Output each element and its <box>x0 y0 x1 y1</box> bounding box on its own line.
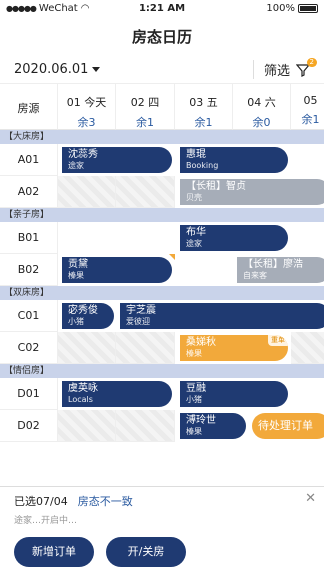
room-column-header: 房源 <box>0 84 58 130</box>
selection-info: 已选07/04 房态不一致 <box>14 495 133 508</box>
status-bar: ●●●●● WeChat ◠ 1:21 AM 100% <box>0 0 324 16</box>
room-label: B01 <box>0 222 58 254</box>
booking-bar[interactable]: 桑娣秋 榛果 重单 <box>180 335 288 361</box>
booking-bar[interactable]: 贡黛 榛果 <box>62 257 172 283</box>
day-header[interactable]: 05 余1 <box>291 84 324 130</box>
booking-bar[interactable]: 布华 途家 <box>180 225 288 251</box>
day-header[interactable]: 01 今天 余3 <box>58 84 116 130</box>
new-order-button[interactable]: 新增订单 <box>14 537 94 567</box>
funnel-icon: 2 <box>295 57 317 77</box>
closed-cell[interactable] <box>58 176 116 208</box>
booking-bar[interactable]: 惠琨 Booking <box>180 147 288 173</box>
booking-bar[interactable]: 宇芝震 爱彼迎 <box>120 303 324 329</box>
room-label: C01 <box>0 300 58 332</box>
group-label: 【大床房】 <box>0 130 324 144</box>
filter-bar: 2020.06.01 筛选 2 <box>0 56 324 84</box>
room-label: A01 <box>0 144 58 176</box>
open-close-room-button[interactable]: 开/关房 <box>106 537 186 567</box>
signal-icon: ●●●●● <box>6 3 37 13</box>
day-header[interactable]: 03 五余1 <box>175 84 233 130</box>
duplicate-tag: 重单 <box>268 335 288 346</box>
group-label: 【亲子房】 <box>0 208 324 222</box>
day-header[interactable]: 04 六余0 <box>233 84 291 130</box>
date-picker[interactable]: 2020.06.01 <box>14 62 101 77</box>
filter-badge: 2 <box>306 57 317 67</box>
booking-bar[interactable]: 虞英咏 Locals <box>62 381 172 407</box>
closed-cell[interactable] <box>116 332 175 364</box>
room-label: D02 <box>0 410 58 442</box>
booking-bar[interactable]: 【长租】廖浩 自来客 <box>237 257 324 283</box>
room-label: A02 <box>0 176 58 208</box>
caret-down-icon <box>92 67 101 72</box>
filter-button[interactable]: 筛选 2 <box>252 57 317 79</box>
carrier: WeChat <box>38 2 78 14</box>
battery-percent: 100% <box>266 2 295 14</box>
calendar-grid: 房源 01 今天 余3 02 四余1 03 五余1 04 六余0 05 余1 【大床… <box>0 84 324 486</box>
page-title: 房态日历 <box>131 27 192 46</box>
battery-icon <box>298 3 318 13</box>
closed-cell[interactable] <box>58 332 116 364</box>
room-label: B02 <box>0 254 58 286</box>
booking-bar[interactable]: 豆融 小猪 <box>180 381 288 407</box>
booking-bar[interactable]: 溥玲世 榛果 <box>180 413 246 439</box>
group-label: 【情侣房】 <box>0 364 324 378</box>
day-header[interactable]: 02 四余1 <box>116 84 175 130</box>
booking-bar[interactable]: 沈蕊秀 途家 <box>62 147 172 173</box>
clock: 1:21 AM <box>138 2 186 14</box>
filter-label: 筛选 <box>263 64 290 79</box>
booking-bar[interactable]: 【长租】智贞 贝壳 <box>180 179 324 205</box>
wifi-icon: ◠ <box>80 2 90 14</box>
group-label: 【双床房】 <box>0 286 324 300</box>
selection-panel: 已选07/04 房态不一致 ✕ 途家…开启中… 新增订单 开/关房 <box>0 486 324 576</box>
pending-orders-button[interactable]: 待处理订单 <box>252 413 324 439</box>
room-label: D01 <box>0 378 58 410</box>
close-icon[interactable]: ✕ <box>305 491 316 506</box>
closed-cell[interactable] <box>116 410 175 442</box>
closed-cell[interactable] <box>58 410 116 442</box>
closed-cell[interactable] <box>116 176 175 208</box>
hint-text: 途家…开启中… <box>14 516 78 526</box>
date-value: 2020.06.01 <box>14 62 89 77</box>
closed-cell[interactable] <box>291 332 324 364</box>
marker-icon <box>169 254 175 260</box>
room-label: C02 <box>0 332 58 364</box>
booking-bar[interactable]: 宓秀俊 小猪 <box>62 303 114 329</box>
